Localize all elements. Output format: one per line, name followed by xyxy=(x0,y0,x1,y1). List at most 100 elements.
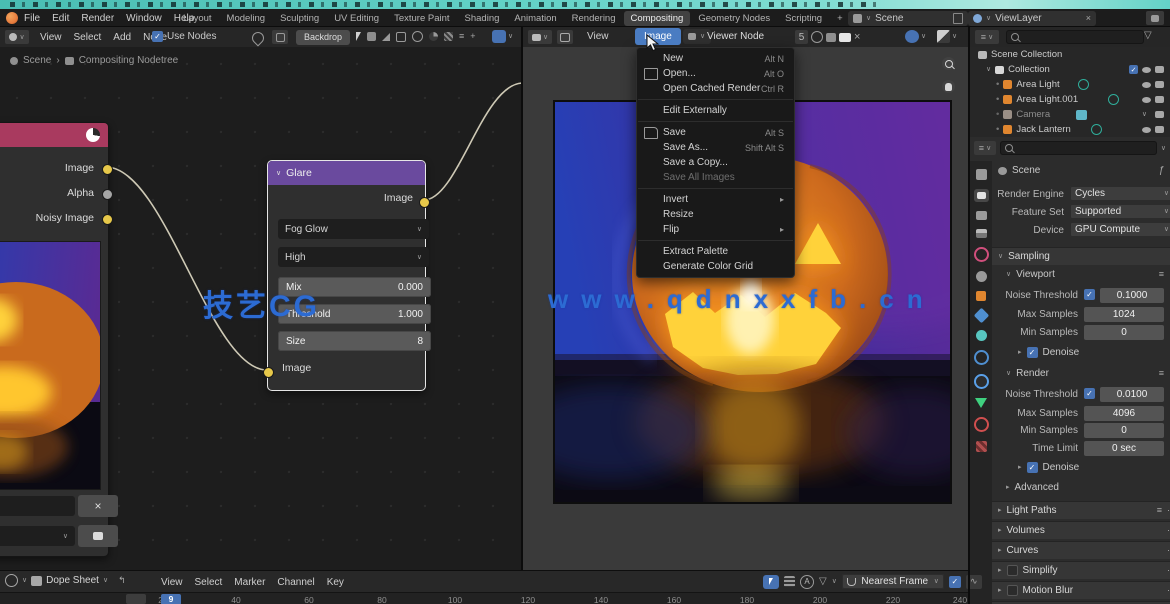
view-layer-selector[interactable]: ∨ ViewLayer × xyxy=(968,11,1096,26)
tab-constraints-properties-icon[interactable] xyxy=(974,374,989,389)
pack-image-icon[interactable] xyxy=(839,33,851,42)
duplicate-image-icon[interactable] xyxy=(826,33,836,42)
alpha-output-socket[interactable] xyxy=(102,189,113,200)
tab-particles-properties-icon[interactable] xyxy=(976,330,987,341)
hide-eye-icon[interactable] xyxy=(1142,82,1151,88)
keyframe-marker-box[interactable] xyxy=(126,594,146,604)
snap-toggle-icon[interactable]: ✓ xyxy=(949,576,961,588)
tab-uv-editing[interactable]: UV Editing xyxy=(327,11,386,26)
viewport-denoise-row[interactable]: ▸✓Denoise xyxy=(1018,347,1079,358)
image-mode-icon[interactable] xyxy=(557,30,573,44)
view-transform-icon[interactable] xyxy=(937,30,950,43)
advanced-subsection-header[interactable]: ▸Advanced xyxy=(1006,482,1059,493)
render-visibility-icon[interactable] xyxy=(1155,66,1164,73)
render-visibility-icon[interactable] xyxy=(1155,96,1164,103)
render-min-samples-value[interactable]: 0 xyxy=(1084,423,1164,438)
properties-options-icon[interactable]: ∨ xyxy=(1161,145,1166,152)
snapping-toggle-icon[interactable] xyxy=(492,30,506,43)
noisy-image-output-socket[interactable] xyxy=(102,214,113,225)
chevron-down-icon[interactable]: ∨ xyxy=(921,33,926,40)
volumes-section-header[interactable]: ▸Volumes⋯ xyxy=(992,521,1170,539)
tab-view-layer-properties-icon[interactable] xyxy=(976,229,987,238)
menu-item-generate-color-grid[interactable]: Generate Color Grid xyxy=(637,259,794,274)
menu-item-edit-externally[interactable]: Edit Externally xyxy=(637,103,794,118)
viewport-subsection-header[interactable]: ∨Viewport≡ xyxy=(1006,269,1164,280)
texture-icon[interactable] xyxy=(444,32,453,41)
denoise-checkbox[interactable]: ✓ xyxy=(1027,347,1038,358)
backdrop-button[interactable]: Backdrop xyxy=(296,30,350,45)
glare-node[interactable]: ∨ Glare Image Fog Glow∨ High∨ Mix0.000 T… xyxy=(267,160,426,391)
filter-collapse-icon[interactable]: ↰ xyxy=(118,576,126,585)
gizmo-triangle-icon[interactable] xyxy=(382,33,390,41)
editor-type-image-icon[interactable]: ∨ xyxy=(528,30,552,44)
dopesheet-menu-key[interactable]: Key xyxy=(321,575,350,590)
menu-item-flip[interactable]: Flip▸ xyxy=(637,222,794,237)
zoom-gizmo-icon[interactable] xyxy=(942,57,955,70)
simplify-section-header[interactable]: ▸✓Simplify⋯ xyxy=(992,561,1170,579)
image-output-socket[interactable] xyxy=(102,164,113,175)
snap-mode-dropdown[interactable]: Nearest Frame∨ xyxy=(842,574,944,589)
tab-object-properties-icon[interactable] xyxy=(976,291,986,301)
menu-item-save-all-images[interactable]: Save All Images xyxy=(637,170,794,185)
light-paths-section-header[interactable]: ▸Light Paths≡⋯ xyxy=(992,501,1170,519)
render-engine-dropdown[interactable]: Cycles∨ xyxy=(1070,186,1170,201)
tab-rendering[interactable]: Rendering xyxy=(565,11,623,26)
area-split-border[interactable] xyxy=(521,27,523,570)
render-scene-button[interactable] xyxy=(78,525,118,547)
render-subsection-header[interactable]: ∨Render≡ xyxy=(1006,368,1164,379)
outliner-collection-row[interactable]: ∨ Collection ✓ xyxy=(970,62,1170,77)
overlays-menu-icon[interactable]: ≡ xyxy=(459,32,464,41)
viewport-min-samples-value[interactable]: 0 xyxy=(1084,325,1164,340)
outliner-item-area-light-001[interactable]: • Area Light.001 xyxy=(970,92,1170,107)
menu-item-invert[interactable]: Invert▸ xyxy=(637,192,794,207)
outliner-item-jack-lantern[interactable]: • Jack Lantern xyxy=(970,122,1170,137)
unlink-scene-button[interactable]: × xyxy=(78,495,118,517)
image-datablock-name[interactable]: Viewer Node xyxy=(707,31,764,42)
menu-edit[interactable]: Edit xyxy=(46,11,75,26)
playhead-current-frame[interactable]: 9 xyxy=(161,594,181,604)
select-tool-icon[interactable] xyxy=(356,32,361,41)
noise-threshold-checkbox[interactable]: ✓ xyxy=(1084,289,1095,300)
menu-window[interactable]: Window xyxy=(120,11,168,26)
remove-view-layer-icon[interactable]: × xyxy=(1086,14,1091,23)
hide-eye-closed-icon[interactable]: ∨ xyxy=(1142,111,1147,118)
new-scene-icon[interactable] xyxy=(953,13,963,24)
motion-blur-section-header[interactable]: ▸✓Motion Blur⋯ xyxy=(992,581,1170,599)
view-layer-field[interactable]: ∨ xyxy=(0,526,75,546)
exclude-checkbox-icon[interactable]: ✓ xyxy=(1129,65,1138,74)
tab-object-data-properties-icon[interactable] xyxy=(975,398,987,408)
menu-item-save-as[interactable]: Save As...Shift Alt S xyxy=(637,140,794,155)
render-layers-node[interactable]: Image Alpha Noisy Image xyxy=(0,122,109,557)
editor-type-properties-icon[interactable]: ≡∨ xyxy=(974,141,996,155)
tab-render-properties-icon[interactable] xyxy=(974,189,989,202)
render-noise-threshold-value[interactable]: 0.0100 xyxy=(1100,387,1164,402)
tab-scene-properties-icon[interactable] xyxy=(974,247,989,262)
dopesheet-menu-marker[interactable]: Marker xyxy=(228,575,271,590)
show-hidden-icon[interactable] xyxy=(784,576,795,587)
motion-blur-checkbox[interactable]: ✓ xyxy=(1007,585,1018,596)
menu-file[interactable]: File xyxy=(18,11,46,26)
collapse-node-icon[interactable]: ∨ xyxy=(276,170,281,177)
add-workspace-button[interactable]: + xyxy=(830,11,850,26)
filter-icon[interactable]: ▽ xyxy=(1144,31,1152,41)
viewport-max-samples-value[interactable]: 1024 xyxy=(1084,307,1164,322)
menu-render[interactable]: Render xyxy=(75,11,120,26)
users-count-badge[interactable]: 5 xyxy=(795,30,808,44)
tab-physics-properties-icon[interactable] xyxy=(974,350,989,365)
editor-type-dope-sheet-icon[interactable] xyxy=(5,574,18,587)
curves-section-header[interactable]: ▸Curves⋯ xyxy=(992,541,1170,559)
unlink-image-icon[interactable]: × xyxy=(854,32,860,43)
render-visibility-icon[interactable] xyxy=(1155,126,1164,133)
chevron-down-icon[interactable]: ∨ xyxy=(952,33,957,40)
glare-image-output-socket[interactable] xyxy=(419,197,430,208)
dopesheet-menu-select[interactable]: Select xyxy=(189,575,229,590)
snap-node-icon[interactable] xyxy=(367,32,376,41)
node-menu-add[interactable]: Add xyxy=(107,30,137,45)
tab-compositing[interactable]: Compositing xyxy=(624,11,691,26)
glare-node-header[interactable]: ∨ Glare xyxy=(268,161,425,185)
chevron-down-icon[interactable]: ∨ xyxy=(832,578,837,585)
tab-texture-paint[interactable]: Texture Paint xyxy=(387,11,456,26)
noise-threshold-checkbox[interactable]: ✓ xyxy=(1084,388,1095,399)
parent-node-icon[interactable] xyxy=(272,30,288,44)
time-limit-value[interactable]: 0 sec xyxy=(1084,441,1164,456)
